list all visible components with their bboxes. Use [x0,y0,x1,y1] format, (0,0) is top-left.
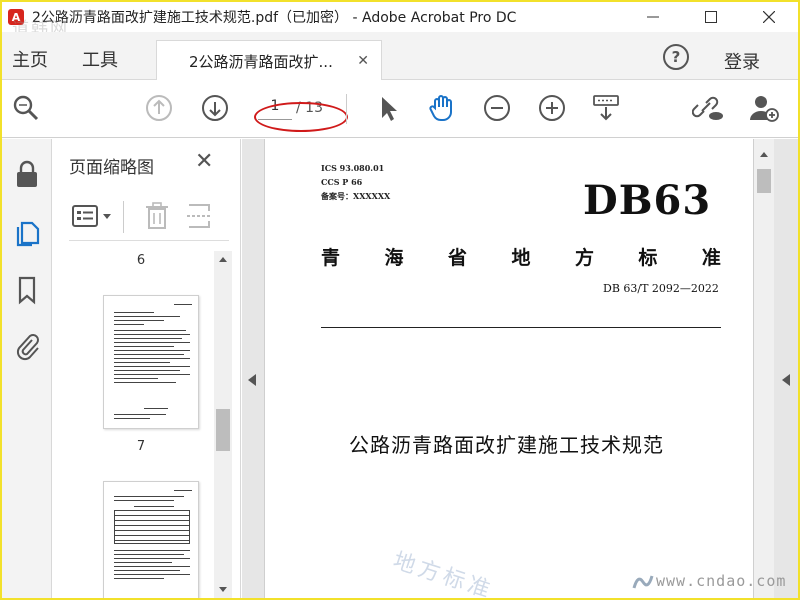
split-page-button[interactable] [185,201,213,235]
page-label: 6 [136,253,146,268]
toolbar: 1 / 13 [2,80,798,138]
site-watermark: www.cndao.com [656,572,787,590]
page-thumbnails-button[interactable] [10,215,44,249]
standard-number: DB 63/T 2092—2022 [603,282,719,295]
add-user-button[interactable] [748,92,780,124]
menu-bar: 主页 工具 2公路沥青路面改扩... ✕ ? 登录 [2,32,798,81]
paperclip-icon [16,334,39,361]
bookmark-icon [18,276,36,305]
watermark-logo-icon [632,575,654,589]
close-window-button[interactable] [740,2,798,32]
minus-circle-icon [484,95,510,121]
hand-tool-button[interactable] [426,92,458,124]
panel-close-icon[interactable]: ✕ [195,149,213,174]
document-tab[interactable]: 2公路沥青路面改扩... ✕ [156,40,382,81]
zoom-out-button[interactable] [481,92,513,124]
page-label: 7 [136,439,146,454]
collapse-left-icon[interactable] [248,374,256,386]
tab-home[interactable]: 主页 [12,46,48,72]
red-annotation-ellipse [254,102,348,132]
standard-char: 方 [574,247,594,269]
standard-type-title: 青 海 省 地 方 标 准 [321,243,721,270]
close-icon [763,11,775,23]
maximize-icon [705,11,717,23]
lock-icon [17,160,37,187]
thumbnail-options-button[interactable] [71,203,115,233]
login-link[interactable]: 登录 [724,48,760,74]
tab-close-icon[interactable]: ✕ [357,53,369,69]
document-viewer[interactable]: ICS 93.080.01 CCS P 66 备案号：XXXXXX DB63 青… [242,139,798,598]
standard-char: 标 [638,247,658,269]
db-code: DB63 [583,177,712,224]
minimize-button[interactable] [624,2,682,32]
standard-char: 省 [447,247,467,269]
delete-page-button[interactable] [143,201,171,235]
attachments-button[interactable] [10,329,44,363]
select-tool-button[interactable] [372,92,404,124]
pdf-page: ICS 93.080.01 CCS P 66 备案号：XXXXXX DB63 青… [264,139,754,598]
next-page-button[interactable] [199,92,231,124]
minimize-icon [647,16,659,18]
ics-code: ICS 93.080.01 [321,163,385,173]
page-thumbnail-6[interactable] [103,295,199,429]
standard-char: 青 [321,247,341,269]
zoom-search-button[interactable] [10,92,42,124]
page-thumbnail-7[interactable] [103,481,199,598]
toolbar-divider [346,94,347,124]
standard-char: 地 [511,247,531,269]
window-title: 2公路沥青路面改扩建施工技术规范.pdf（已加密） - Adobe Acroba… [32,10,517,26]
title-bar: A 2公路沥青路面改扩建施工技术规范.pdf（已加密） - Adobe Acro… [2,2,798,39]
arrow-down-circle-icon [202,95,228,121]
options-menu-icon [72,205,111,227]
panel-tools [69,197,229,241]
panel-title: 页面缩略图 [69,158,154,178]
scroll-mode-button[interactable] [590,92,622,124]
previous-page-button[interactable] [143,92,175,124]
doc-scroll-up-icon[interactable] [754,147,774,161]
document-scrollbar[interactable] [754,139,774,598]
doc-scroll-thumb[interactable] [757,169,771,193]
document-title: 公路沥青路面改扩建施工技术规范 [349,433,664,457]
link-cloud-icon [692,96,723,120]
hand-icon [429,95,452,122]
plus-circle-icon [539,95,565,121]
ccs-code: CCS P 66 [321,177,363,187]
magnifier-icon [13,95,39,121]
cursor-arrow-icon [382,97,397,121]
standard-char: 海 [384,247,404,269]
acrobat-window: A 2公路沥青路面改扩建施工技术规范.pdf（已加密） - Adobe Acro… [2,2,798,598]
scroll-down-icon[interactable] [214,584,232,596]
security-lock-button[interactable] [10,157,44,191]
arrow-up-circle-icon [146,95,172,121]
share-link-button[interactable] [692,92,724,124]
standard-char: 准 [701,247,721,269]
thumbnail-list: 6 7 [53,251,229,598]
panel-tools-divider [123,201,124,233]
add-user-icon [750,96,779,122]
thumbnail-panel: 页面缩略图 ✕ 6 7 [53,139,241,598]
header-rule [321,327,721,328]
thumbnail-scroll-thumb[interactable] [216,409,230,451]
bookmarks-button[interactable] [10,273,44,307]
pages-icon [16,221,40,247]
maximize-button[interactable] [682,2,740,32]
split-icon [187,204,211,228]
zoom-in-button[interactable] [536,92,568,124]
scroll-up-icon[interactable] [214,253,232,265]
expand-right-icon[interactable] [782,374,790,386]
left-rail [2,139,52,598]
tab-tools[interactable]: 工具 [82,46,118,72]
keyboard-scroll-icon [593,95,619,121]
thumbnail-scrollbar[interactable] [214,251,232,598]
help-icon[interactable]: ? [663,44,689,70]
trash-icon [146,202,168,229]
filing-number: 备案号：XXXXXX [321,191,391,201]
document-tab-label: 2公路沥青路面改扩... [189,52,333,71]
